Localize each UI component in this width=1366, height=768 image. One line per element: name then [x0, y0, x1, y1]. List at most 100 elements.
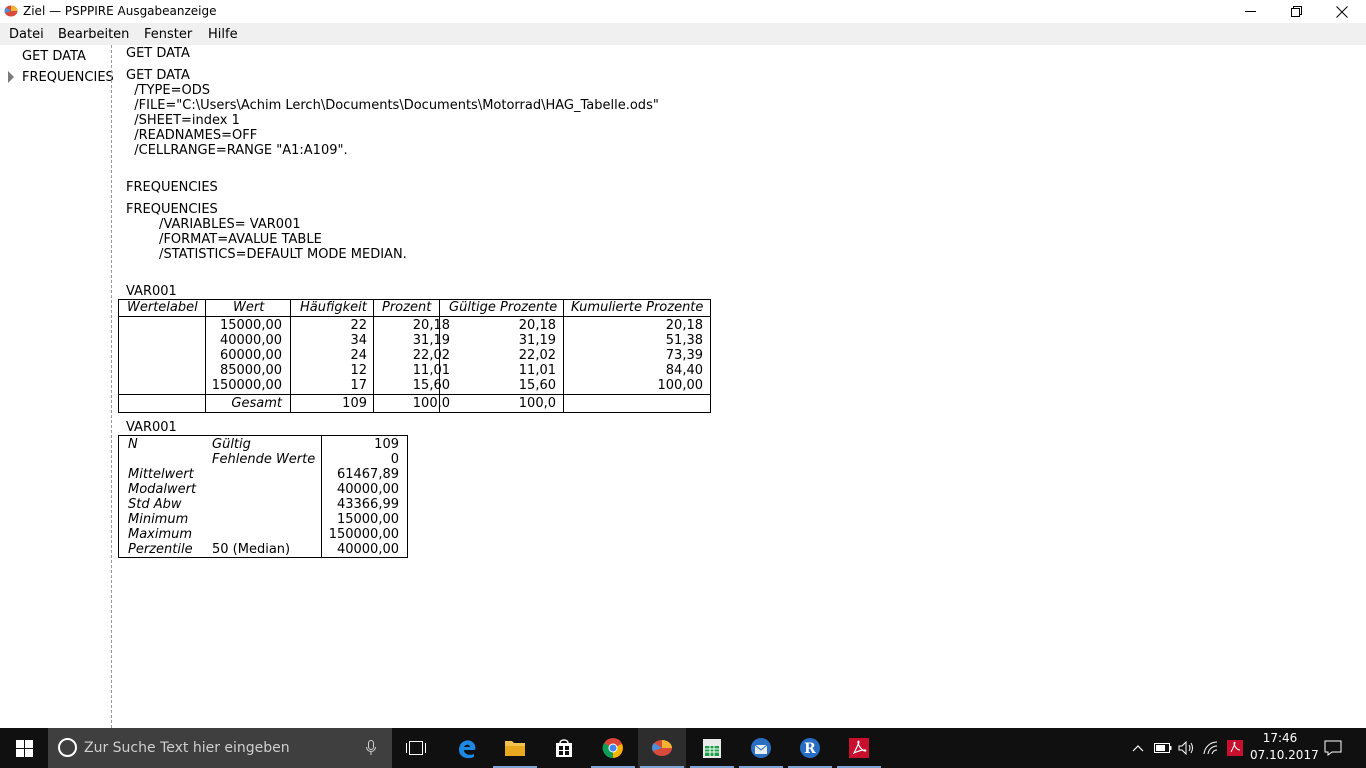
table-cell: 20,18 — [665, 318, 703, 333]
microphone-icon[interactable] — [366, 740, 376, 756]
table-cell: 22,02 — [412, 348, 450, 363]
frequency-table: Wertelabel Wert Häufigkeit Prozent Gülti… — [118, 299, 711, 413]
clock-date[interactable]: 07.10.2017 — [1250, 748, 1319, 762]
stat-value: 150000,00 — [328, 527, 399, 542]
minimize-button[interactable] — [1227, 0, 1273, 23]
taskbar-app-calc[interactable] — [688, 728, 736, 768]
taskbar-app-r[interactable]: R — [786, 728, 834, 768]
stat-value: 15000,00 — [336, 512, 399, 527]
table-cell: 11,01 — [518, 363, 556, 378]
battery-icon — [1154, 743, 1172, 753]
table-cell: 73,39 — [665, 348, 703, 363]
speaker-icon — [1178, 741, 1193, 755]
col-header: Gültige Prozente — [449, 300, 558, 315]
wifi-icon — [1203, 741, 1218, 755]
taskbar-app-file-explorer[interactable] — [491, 728, 539, 768]
windows-logo-icon — [15, 739, 33, 757]
taskbar: Zur Suche Text hier eingeben R 17:46 07.… — [0, 728, 1366, 768]
chevron-up-icon — [1132, 745, 1144, 752]
syntax-line: /VARIABLES= VAR001 — [126, 217, 301, 232]
start-button[interactable] — [0, 728, 48, 768]
table-cell: 11,01 — [412, 363, 450, 378]
expand-arrow-icon[interactable] — [7, 71, 15, 83]
acrobat-icon — [849, 738, 869, 758]
syntax-line: FREQUENCIES — [126, 202, 218, 217]
stat-label: Minimum — [128, 512, 189, 527]
menu-fenster[interactable]: Fenster — [144, 27, 192, 42]
stat-value: 40000,00 — [336, 482, 399, 497]
network-button[interactable] — [1200, 728, 1222, 768]
menu-datei[interactable]: Datei — [9, 27, 44, 42]
table-cell: 85000,00 — [219, 363, 282, 378]
table-header-rule — [119, 316, 710, 317]
table-cell: 22 — [350, 318, 367, 333]
taskbar-app-chrome[interactable] — [589, 728, 637, 768]
show-hidden-icons-button[interactable] — [1130, 728, 1146, 768]
cortana-icon — [58, 738, 77, 757]
edge-icon — [459, 740, 476, 759]
table-cell: 109 — [342, 396, 367, 411]
tree-item-frequencies[interactable]: FREQUENCIES — [22, 70, 114, 85]
syntax-line: /FORMAT=AVALUE TABLE — [126, 232, 322, 247]
taskbar-app-pspp[interactable] — [638, 728, 686, 768]
stat-value: 40000,00 — [336, 542, 399, 557]
battery-button[interactable] — [1152, 728, 1174, 768]
col-header: Kumulierte Prozente — [571, 300, 704, 315]
table-cell: 15000,00 — [219, 318, 282, 333]
syntax-line: /CELLRANGE=RANGE "A1:A109". — [126, 143, 348, 158]
syntax-line: GET DATA — [126, 68, 190, 83]
maximize-button[interactable] — [1273, 0, 1319, 23]
stat-value: 0 — [390, 452, 399, 467]
acrobat-tray-icon — [1227, 740, 1243, 756]
store-icon — [556, 739, 572, 757]
acrobat-tray-button[interactable] — [1224, 728, 1246, 768]
task-view-icon — [406, 741, 426, 755]
stat-value: 61467,89 — [336, 467, 399, 482]
taskbar-app-acrobat[interactable] — [835, 728, 883, 768]
get-data-heading: GET DATA — [126, 46, 190, 61]
taskbar-app-edge[interactable] — [443, 728, 491, 768]
table-cell: 150000,00 — [211, 378, 282, 393]
taskbar-app-store[interactable] — [540, 728, 588, 768]
close-icon — [1336, 5, 1348, 18]
pspp-icon — [652, 740, 672, 756]
taskbar-app-thunderbird[interactable] — [737, 728, 785, 768]
r-icon: R — [800, 738, 820, 758]
clock-time[interactable]: 17:46 — [1250, 731, 1310, 745]
freq-table-caption: VAR001 — [126, 284, 177, 299]
pspp-app-icon — [4, 5, 18, 17]
restore-icon — [1290, 6, 1302, 17]
table-divider — [321, 436, 322, 557]
tree-item-get-data[interactable]: GET DATA — [22, 49, 86, 64]
stat-sublabel: Fehlende Werte — [212, 452, 316, 467]
table-cell: 17 — [350, 378, 367, 393]
menu-hilfe[interactable]: Hilfe — [208, 27, 238, 42]
table-cell: 100,0 — [518, 396, 556, 411]
window-title: Ziel — PSPPIRE Ausgabeanzeige — [23, 4, 217, 18]
thunderbird-icon — [751, 738, 771, 758]
volume-button[interactable] — [1176, 728, 1198, 768]
stat-value: 43366,99 — [336, 497, 399, 512]
stat-label: N — [128, 437, 138, 452]
chrome-icon — [602, 738, 623, 759]
table-cell: 31,19 — [412, 333, 450, 348]
stat-label: Modalwert — [128, 482, 197, 497]
syntax-line: /READNAMES=OFF — [126, 128, 258, 143]
table-cell: 20,18 — [518, 318, 556, 333]
title-bar: Ziel — PSPPIRE Ausgabeanzeige — [0, 0, 1366, 23]
table-cell: 22,02 — [518, 348, 556, 363]
table-cell: 31,19 — [518, 333, 556, 348]
output-viewer: GET DATA GET DATA /TYPE=ODS /FILE="C:\Us… — [113, 45, 1366, 728]
stats-table-caption: VAR001 — [126, 420, 177, 435]
stat-value: 109 — [374, 437, 399, 452]
taskbar-search-box[interactable]: Zur Suche Text hier eingeben — [48, 728, 392, 768]
action-center-button[interactable] — [1318, 728, 1348, 768]
close-button[interactable] — [1319, 0, 1365, 23]
pane-splitter[interactable] — [111, 45, 112, 728]
task-view-button[interactable] — [392, 728, 440, 768]
total-label: Gesamt — [231, 396, 282, 411]
table-cell: 20,18 — [412, 318, 450, 333]
menu-bar: Datei Bearbeiten Fenster Hilfe — [0, 23, 1366, 45]
table-cell: 34 — [350, 333, 367, 348]
menu-bearbeiten[interactable]: Bearbeiten — [58, 27, 129, 42]
